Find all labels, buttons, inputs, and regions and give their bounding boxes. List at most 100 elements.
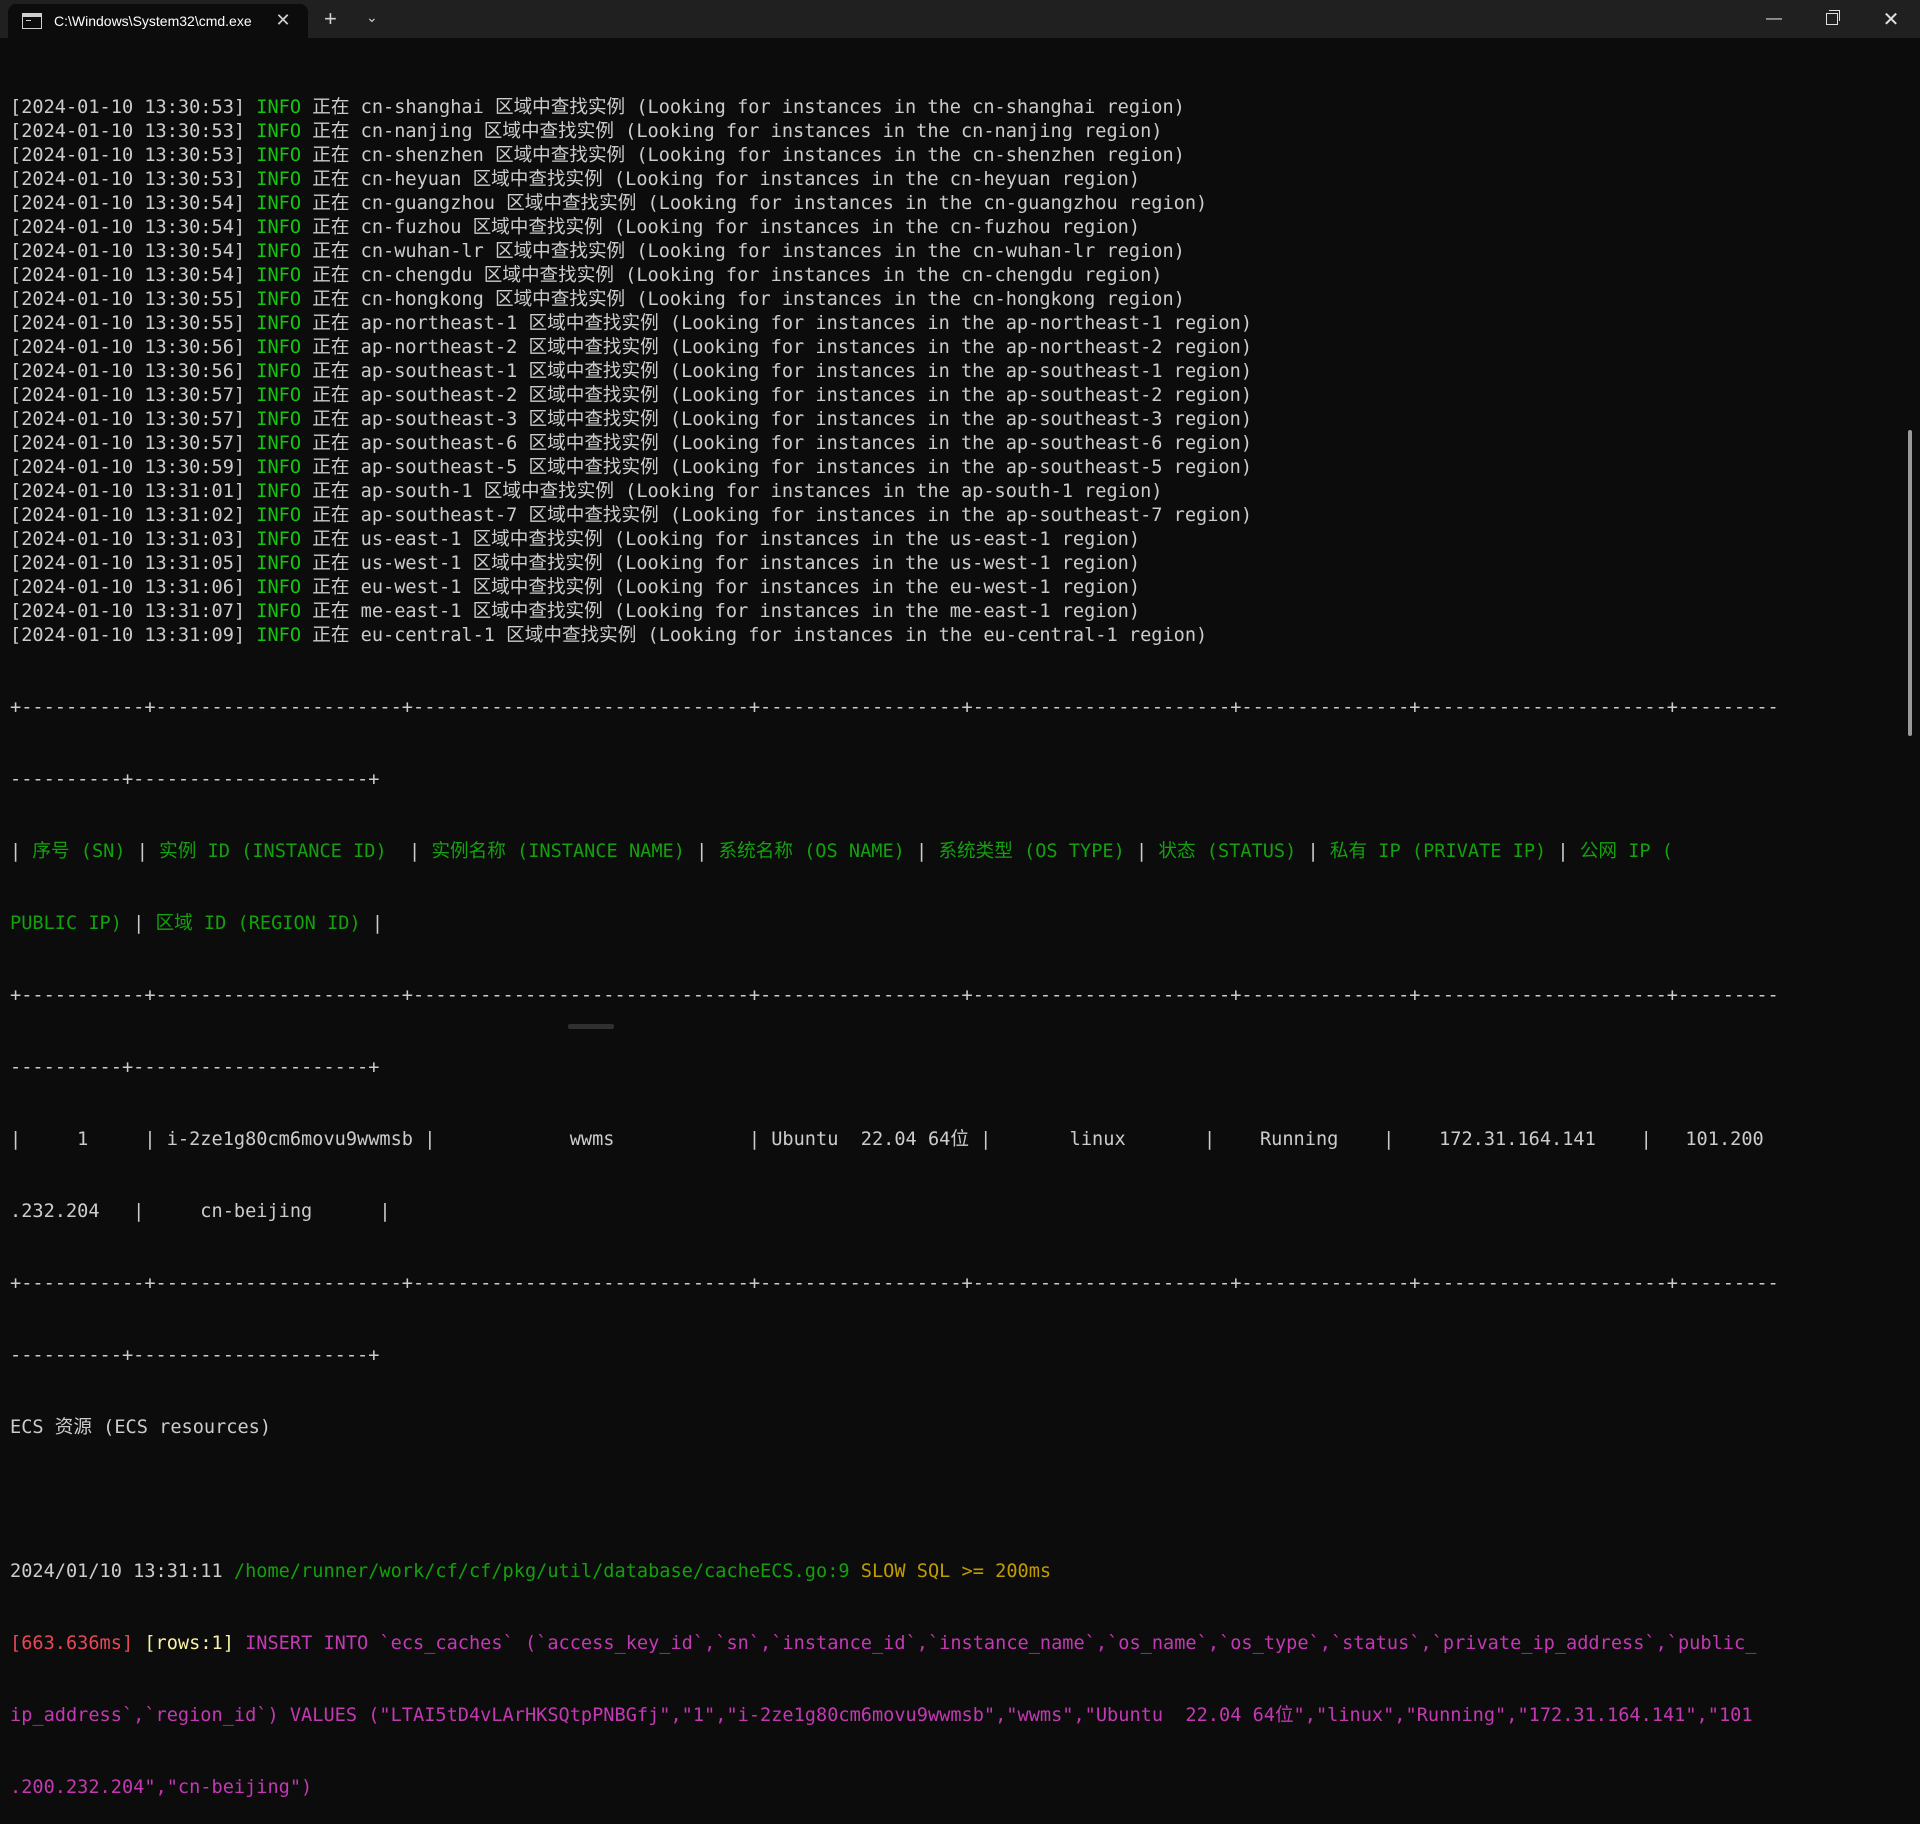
log-timestamp: [2024-01-10 13:30:55] [10, 313, 257, 334]
log-timestamp: [2024-01-10 13:30:54] [10, 217, 257, 238]
column-header: 系统名称 (OS NAME) [718, 841, 905, 862]
log-timestamp: [2024-01-10 13:30:57] [10, 433, 257, 454]
log-line: [2024-01-10 13:30:53] INFO 正在 cn-shangha… [10, 96, 1882, 120]
table-border: +-----------+----------------------+----… [10, 985, 1779, 1006]
log-level: INFO [256, 145, 302, 166]
log-line: [2024-01-10 13:30:54] INFO 正在 cn-guangzh… [10, 192, 1882, 216]
column-header: 状态 (STATUS) [1158, 841, 1297, 862]
terminal-tab[interactable]: C:\Windows\System32\cmd.exe ✕ [8, 4, 308, 38]
ecs-resources-label: ECS 资源 (ECS resources) [10, 1417, 272, 1438]
log-message: 正在 cn-shenzhen 区域中查找实例 (Looking for inst… [301, 145, 1185, 166]
log-timestamp: [2024-01-10 13:31:02] [10, 505, 257, 526]
log-level: INFO [256, 313, 302, 334]
title-bar: C:\Windows\System32\cmd.exe ✕ + ⌄ — ✕ [0, 0, 1920, 38]
log-level: INFO [256, 361, 302, 382]
log-message: 正在 ap-southeast-6 区域中查找实例 (Looking for i… [301, 433, 1253, 454]
log-message: 正在 cn-heyuan 区域中查找实例 (Looking for instan… [301, 169, 1141, 190]
log-level: INFO [256, 481, 302, 502]
log-message: 正在 ap-southeast-7 区域中查找实例 (Looking for i… [301, 505, 1253, 526]
log-level: INFO [256, 625, 302, 646]
log-level: INFO [256, 577, 302, 598]
chevron-down-icon[interactable]: ⌄ [366, 9, 378, 26]
log-level: INFO [256, 169, 302, 190]
column-header: 系统类型 (OS TYPE) [938, 841, 1125, 862]
log-timestamp: [2024-01-10 13:30:53] [10, 169, 257, 190]
table-row: .232.204 | cn-beijing | [10, 1201, 391, 1222]
sql-duration: [663.636ms] [10, 1633, 145, 1654]
table-row: | 1 | i-2ze1g80cm6movu9wwmsb | wwms | Ub… [10, 1129, 1764, 1150]
log-message: 正在 cn-nanjing 区域中查找实例 (Looking for insta… [301, 121, 1163, 142]
table-separator: | [1124, 841, 1159, 862]
log-message: 正在 eu-west-1 区域中查找实例 (Looking for instan… [301, 577, 1141, 598]
close-tab-icon[interactable]: ✕ [272, 10, 294, 31]
log-timestamp: [2024-01-10 13:30:53] [10, 145, 257, 166]
resize-handle[interactable] [568, 1024, 614, 1029]
log-message: 正在 ap-south-1 区域中查找实例 (Looking for insta… [301, 481, 1163, 502]
log-message: 正在 cn-hongkong 区域中查找实例 (Looking for inst… [301, 289, 1185, 310]
console-output[interactable]: [2024-01-10 13:30:53] INFO 正在 cn-shangha… [10, 48, 1882, 1824]
table-border: +-----------+----------------------+----… [10, 1273, 1779, 1294]
log-message: 正在 me-east-1 区域中查找实例 (Looking for instan… [301, 601, 1141, 622]
restore-icon [1826, 10, 1840, 25]
column-header: 区域 ID (REGION ID) [155, 913, 361, 934]
log-message: 正在 ap-northeast-1 区域中查找实例 (Looking for i… [301, 313, 1253, 334]
log-timestamp: [2024-01-10 13:31:06] [10, 577, 257, 598]
log-level: INFO [256, 265, 302, 286]
log-line: [2024-01-10 13:30:56] INFO 正在 ap-northea… [10, 336, 1882, 360]
log-line: [2024-01-10 13:30:57] INFO 正在 ap-southea… [10, 408, 1882, 432]
new-tab-button[interactable]: + [324, 6, 337, 32]
log-message: 正在 ap-southeast-5 区域中查找实例 (Looking for i… [301, 457, 1253, 478]
sql-source-path: /home/runner/work/cf/cf/pkg/util/databas… [233, 1561, 850, 1582]
log-line: [2024-01-10 13:31:09] INFO 正在 eu-central… [10, 624, 1882, 648]
log-line: [2024-01-10 13:30:55] INFO 正在 ap-northea… [10, 312, 1882, 336]
table-separator: | [904, 841, 939, 862]
close-window-button[interactable]: ✕ [1862, 0, 1920, 38]
log-lines: [2024-01-10 13:30:53] INFO 正在 cn-shangha… [10, 96, 1882, 648]
sql-rows: [rows:1] [144, 1633, 234, 1654]
log-level: INFO [256, 337, 302, 358]
log-line: [2024-01-10 13:31:07] INFO 正在 me-east-1 … [10, 600, 1882, 624]
log-line: [2024-01-10 13:30:54] INFO 正在 cn-chengdu… [10, 264, 1882, 288]
sql-statement: [663.636ms] [rows:1] INSERT INTO `ecs_ca… [10, 1632, 1882, 1656]
log-message: 正在 ap-northeast-2 区域中查找实例 (Looking for i… [301, 337, 1253, 358]
column-header: 实例 ID (INSTANCE ID) [159, 841, 387, 862]
log-message: 正在 eu-central-1 区域中查找实例 (Looking for ins… [301, 625, 1208, 646]
log-line: [2024-01-10 13:31:02] INFO 正在 ap-southea… [10, 504, 1882, 528]
log-timestamp: [2024-01-10 13:30:54] [10, 265, 257, 286]
log-message: 正在 cn-fuzhou 区域中查找实例 (Looking for instan… [301, 217, 1141, 238]
log-level: INFO [256, 193, 302, 214]
log-timestamp: [2024-01-10 13:31:01] [10, 481, 257, 502]
log-message: 正在 ap-southeast-2 区域中查找实例 (Looking for i… [301, 385, 1253, 406]
log-line: [2024-01-10 13:31:01] INFO 正在 ap-south-1… [10, 480, 1882, 504]
table-separator: | [121, 913, 156, 934]
restore-button[interactable] [1803, 0, 1861, 38]
table-separator: | [1546, 841, 1580, 862]
sql-timestamp: 2024/01/10 13:31:11 [10, 1561, 234, 1582]
scrollbar[interactable] [1908, 430, 1912, 736]
log-level: INFO [256, 457, 302, 478]
log-message: 正在 cn-chengdu 区域中查找实例 (Looking for insta… [301, 265, 1163, 286]
log-line: [2024-01-10 13:30:53] INFO 正在 cn-nanjing… [10, 120, 1882, 144]
log-timestamp: [2024-01-10 13:30:57] [10, 409, 257, 430]
cmd-icon [22, 13, 42, 29]
log-level: INFO [256, 529, 302, 550]
slow-sql-warning: SLOW SQL >= 200ms [849, 1561, 1052, 1582]
log-timestamp: [2024-01-10 13:30:53] [10, 121, 257, 142]
log-level: INFO [256, 433, 302, 454]
log-level: INFO [256, 97, 302, 118]
log-level: INFO [256, 121, 302, 142]
log-message: 正在 cn-guangzhou 区域中查找实例 (Looking for ins… [301, 193, 1208, 214]
column-header: 序号 (SN) [32, 841, 126, 862]
log-message: 正在 us-east-1 区域中查找实例 (Looking for instan… [301, 529, 1141, 550]
sql-text: INSERT INTO `ecs_caches` (`access_key_id… [233, 1633, 1757, 1654]
table-separator: | [684, 841, 719, 862]
log-line: [2024-01-10 13:30:57] INFO 正在 ap-southea… [10, 432, 1882, 456]
log-line: [2024-01-10 13:30:54] INFO 正在 cn-wuhan-l… [10, 240, 1882, 264]
log-timestamp: [2024-01-10 13:30:59] [10, 457, 257, 478]
log-timestamp: [2024-01-10 13:30:55] [10, 289, 257, 310]
log-timestamp: [2024-01-10 13:30:56] [10, 361, 257, 382]
column-header: PUBLIC IP) [10, 913, 122, 934]
log-message: 正在 us-west-1 区域中查找实例 (Looking for instan… [301, 553, 1141, 574]
table-separator: | [386, 841, 432, 862]
minimize-button[interactable]: — [1745, 0, 1803, 38]
